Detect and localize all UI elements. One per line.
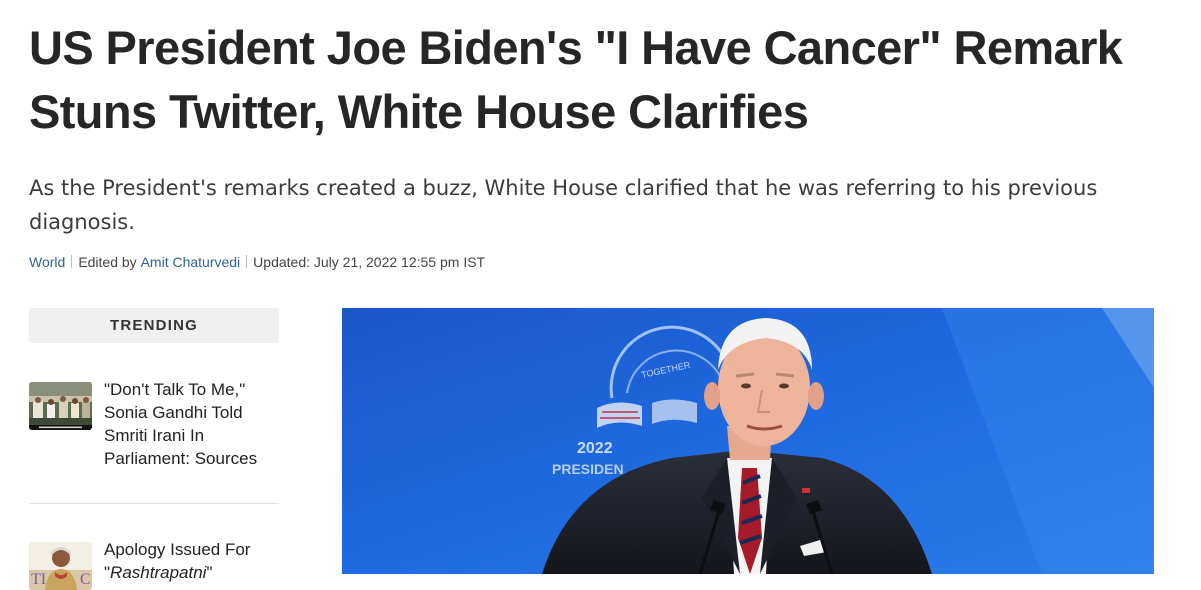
trending-item[interactable]: "Don't Talk To Me," Sonia Gandhi Told Sm… [29,378,279,470]
trending-thumbnail-president[interactable]: TI C [29,542,92,590]
trending-sidebar: TRENDING "Don't Talk To Me," Sonia Gandh… [29,308,279,590]
article-meta: World Edited by Amit Chaturvedi Updated: J… [29,252,485,272]
trending-item-title[interactable]: Apology Issued For "Rashtrapatni" [104,538,279,584]
meta-separator [246,255,248,268]
edited-by-label: Edited by [78,254,137,270]
category-link[interactable]: World [29,254,65,270]
editor-link[interactable]: Amit Chaturvedi [141,254,241,270]
backdrop-text-year: 2022 [577,440,613,457]
meta-separator [71,255,73,268]
trending-heading[interactable]: TRENDING [29,308,279,343]
trending-item[interactable]: TI C Apology Issued For "Rashtrapatni" [29,538,279,590]
article-headline: US President Joe Biden's "I Have Cancer"… [29,21,1123,138]
trending-thumbnail-parliament[interactable] [29,382,92,430]
trending-divider [29,503,279,504]
article-hero-image: TOGETHER 2022 PRESIDEN [342,308,1154,574]
backdrop-text-presidential: PRESIDEN [552,461,624,477]
hero-photo-illustration: TOGETHER 2022 PRESIDEN [342,308,1154,574]
trending-item-title[interactable]: "Don't Talk To Me," Sonia Gandhi Told Sm… [104,378,279,470]
updated-timestamp: Updated: July 21, 2022 12:55 pm IST [253,254,486,270]
article-subheadline: As the President's remarks created a buz… [29,176,1098,234]
